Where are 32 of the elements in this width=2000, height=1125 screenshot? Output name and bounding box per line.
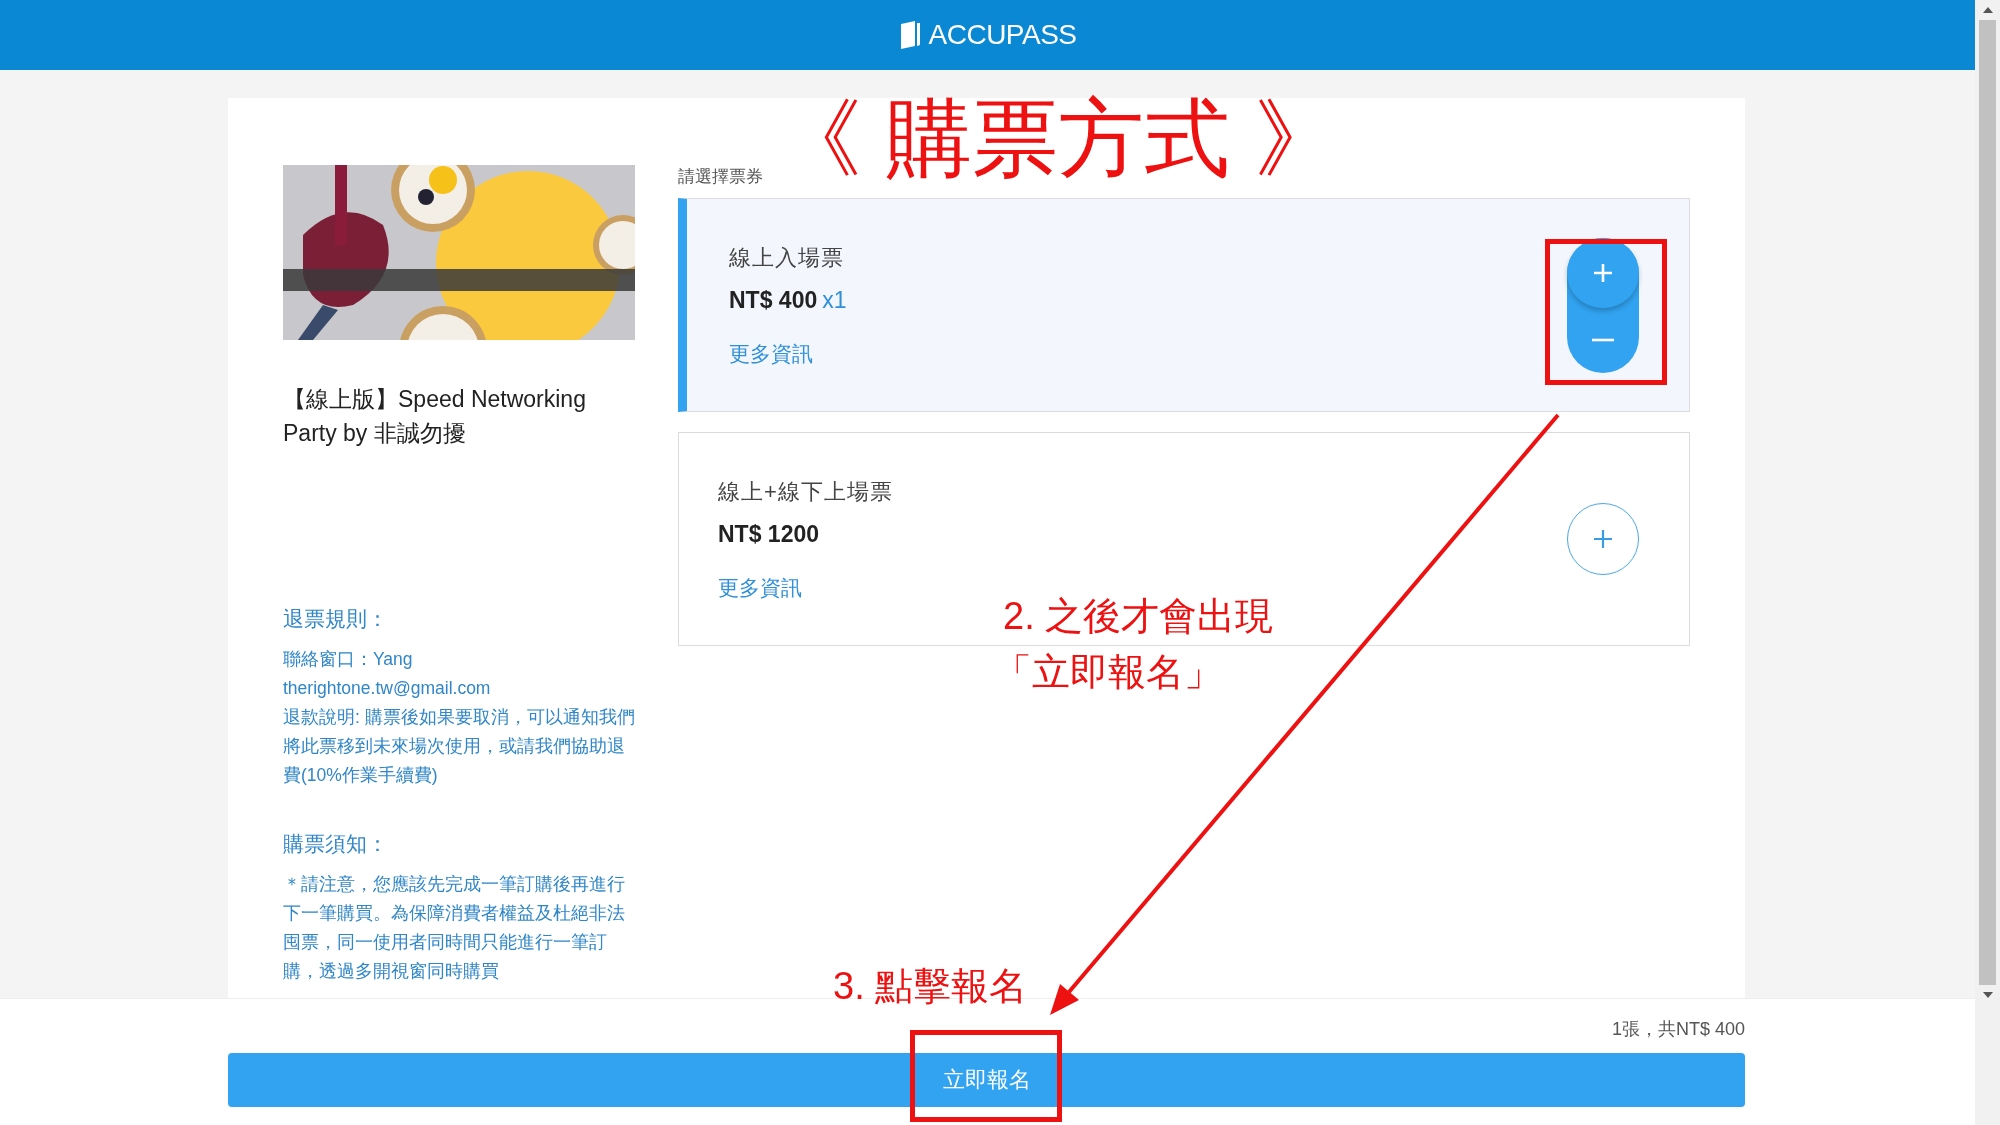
- more-info-link[interactable]: 更多資訊: [729, 339, 847, 368]
- logo-text[interactable]: ACCUPASS: [928, 19, 1077, 51]
- event-title: 【線上版】Speed Networking Party by 非誠勿擾: [283, 385, 587, 448]
- email-text: therightone.tw@gmail.com: [283, 677, 492, 700]
- scrollbar[interactable]: [1975, 0, 2000, 1125]
- contact-text: 聯絡窗口：Yang: [283, 648, 414, 671]
- refund-heading: 退票規則：: [283, 606, 389, 632]
- ticket-price: NT$ 1200: [718, 520, 819, 548]
- register-button[interactable]: 立即報名: [228, 1053, 1745, 1107]
- refund-policy: 退款說明: 購票後如果要取消，可以通知我們將此票移到未來場次使用，或請我們協助退費(10%作業手續費): [283, 706, 635, 787]
- ticket-name: 線上入場票: [729, 243, 845, 272]
- scroll-up-icon[interactable]: [1982, 7, 1993, 13]
- more-info-link[interactable]: 更多資訊: [718, 573, 893, 602]
- ticket-name: 線上+線下上場票: [718, 477, 893, 506]
- increase-button[interactable]: [1567, 237, 1639, 308]
- tickets-label: 請選擇票券: [678, 166, 764, 188]
- scroll-down-icon[interactable]: [1982, 992, 1993, 998]
- ticket-card[interactable]: 線上入場票 NT$ 400 x1 更多資訊: [678, 198, 1690, 412]
- plus-icon: [1593, 262, 1613, 283]
- annotation-note: 「立即報名」: [994, 650, 1222, 695]
- annotation-note: 2. 之後才會出現: [1003, 594, 1274, 639]
- ticket-quantity: x1: [822, 286, 847, 314]
- minus-icon: [1592, 338, 1614, 342]
- notice-text: ＊請注意，您應該先完成一筆訂購後再進行下一筆購買。為保障消費者權益及杜絕非法囤票，同一使用者同時間只能進行一筆訂購，透過多開視窗同時購買: [283, 873, 626, 983]
- notice-heading: 購票須知：: [283, 831, 389, 857]
- annotation-title: 《 購票方式 》: [776, 89, 1340, 188]
- plus-icon: [1593, 529, 1613, 549]
- logo-icon: [898, 20, 921, 50]
- ticket-price: NT$ 400: [729, 286, 818, 314]
- order-total: 1張，共NT$ 400: [1611, 1018, 1745, 1041]
- annotation-note: 3. 點擊報名: [833, 964, 1028, 1009]
- scrollbar-thumb[interactable]: [1979, 20, 1996, 985]
